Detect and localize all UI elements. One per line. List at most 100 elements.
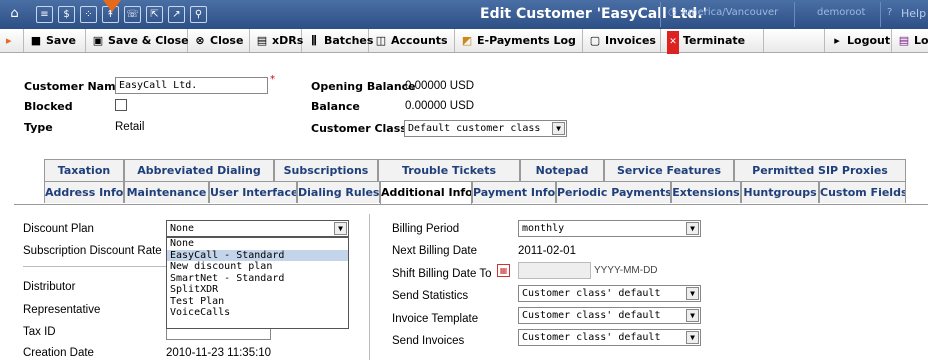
- tab-custom-fields[interactable]: Custom Fields: [819, 181, 906, 203]
- close-label: Close: [210, 34, 244, 47]
- floppy-icon: ■: [30, 34, 42, 47]
- save-button[interactable]: ■ Save: [24, 29, 86, 52]
- invoice-template-select[interactable]: Customer class' default ▼: [518, 307, 701, 324]
- shift-billing-input[interactable]: [518, 262, 591, 279]
- tab-maintenance[interactable]: Maintenance: [124, 181, 209, 203]
- user-label[interactable]: demoroot: [817, 7, 865, 18]
- next-billing-label: Next Billing Date: [392, 245, 478, 257]
- close-button[interactable]: ⊗ Close: [188, 29, 250, 52]
- divider: [23, 266, 166, 267]
- discount-plan-select[interactable]: None ▼: [166, 220, 349, 237]
- tab-service-features[interactable]: Service Features: [604, 159, 734, 181]
- home-icon[interactable]: ⌂: [6, 6, 23, 23]
- xdrs-button[interactable]: ▤ xDRs: [250, 29, 303, 52]
- grid-icon[interactable]: ⁘: [80, 6, 97, 23]
- play-icon[interactable]: ▸: [0, 29, 24, 52]
- dropdown-option[interactable]: Test Plan: [167, 296, 348, 308]
- chevron-down-icon: ▼: [334, 222, 347, 235]
- logout-button[interactable]: ▸ Logout: [824, 29, 892, 52]
- divider: [794, 2, 795, 27]
- tab-payment-info[interactable]: Payment Info: [472, 181, 556, 203]
- blocked-label: Blocked: [24, 100, 73, 113]
- distributor-label: Distributor: [23, 281, 76, 293]
- phone-icon[interactable]: ☏: [124, 6, 141, 23]
- divider: [880, 2, 881, 27]
- type-value: Retail: [115, 121, 145, 133]
- terminate-icon: ✕: [667, 31, 679, 54]
- billing-period-value: monthly: [522, 223, 565, 234]
- customer-name-input[interactable]: EasyCall Ltd.: [115, 77, 268, 94]
- terminate-label: Terminate: [683, 34, 746, 47]
- dropdown-option[interactable]: None: [167, 238, 348, 250]
- blocked-checkbox[interactable]: [115, 99, 127, 111]
- invoices-label: Invoices: [605, 34, 656, 47]
- chevron-down-icon: ▼: [552, 122, 565, 135]
- tab-user-interface[interactable]: User Interface: [209, 181, 297, 203]
- clock-icon: ◷: [668, 7, 677, 18]
- close-icon: ⊗: [195, 34, 205, 47]
- chevron-down-icon: ▼: [686, 309, 699, 322]
- help-icon[interactable]: ?: [887, 7, 892, 18]
- subscription-discount-label: Subscription Discount Rate: [23, 245, 162, 257]
- tab-periodic-payments[interactable]: Periodic Payments: [556, 181, 671, 203]
- help-link[interactable]: Help: [901, 7, 926, 20]
- log-button[interactable]: ▤ Log: [892, 29, 928, 52]
- dropdown-option[interactable]: EasyCall - Standard: [167, 249, 348, 261]
- calendar-icon[interactable]: ▦: [497, 264, 510, 277]
- chart-icon[interactable]: ↗: [168, 6, 185, 23]
- discount-plan-label: Discount Plan: [23, 223, 94, 235]
- dropdown-option[interactable]: New discount plan: [167, 261, 348, 273]
- discount-plan-value: None: [170, 223, 195, 234]
- doc-icon: ▤: [256, 34, 268, 47]
- floppy-icon: ▣: [92, 34, 104, 47]
- billing-period-select[interactable]: monthly ▼: [518, 220, 701, 237]
- opening-balance-value: 0.00000 USD: [405, 80, 475, 92]
- save-close-button[interactable]: ▣ Save & Close: [86, 29, 189, 52]
- search-icon[interactable]: ⚲: [190, 6, 207, 23]
- tab-huntgroups[interactable]: Huntgroups: [741, 181, 819, 203]
- accounts-icon: ◫: [375, 34, 387, 47]
- tab-notepad[interactable]: Notepad: [520, 159, 604, 181]
- customer-class-select[interactable]: Default customer class ▼: [404, 120, 567, 137]
- accounts-button[interactable]: ◫ Accounts: [369, 29, 455, 52]
- tab-trouble-tickets[interactable]: Trouble Tickets: [378, 159, 520, 181]
- batches-icon: ⫼: [311, 34, 317, 47]
- send-invoices-label: Send Invoices: [392, 335, 465, 347]
- timezone-label[interactable]: America/Vancouver: [681, 7, 778, 18]
- customer-class-value: Default customer class: [408, 123, 541, 134]
- tab-extensions[interactable]: Extensions: [671, 181, 741, 203]
- tab-subscriptions[interactable]: Subscriptions: [274, 159, 378, 181]
- dropdown-option[interactable]: SplitXDR: [167, 284, 348, 296]
- tab-abbreviated-dialing[interactable]: Abbreviated Dialing: [124, 159, 274, 181]
- send-invoices-select[interactable]: Customer class' default ▼: [518, 329, 701, 346]
- tab-permitted-sip-proxies[interactable]: Permitted SIP Proxies: [734, 159, 906, 181]
- batches-label: Batches: [324, 34, 374, 47]
- logout-icon: ▸: [834, 34, 840, 47]
- balance-value: 0.00000 USD: [405, 100, 475, 112]
- billing-period-label: Billing Period: [392, 223, 460, 235]
- dollar-icon[interactable]: $: [58, 6, 75, 23]
- dropdown-option[interactable]: VoiceCalls: [167, 307, 348, 319]
- send-statistics-select[interactable]: Customer class' default ▼: [518, 285, 701, 302]
- dropdown-option[interactable]: SmartNet - Standard: [167, 273, 348, 285]
- tab-address-info[interactable]: Address Info: [44, 181, 124, 203]
- chevron-down-icon: ▼: [686, 331, 699, 344]
- invoices-button[interactable]: ▢ Invoices: [583, 29, 661, 52]
- batches-button[interactable]: ⫼ Batches: [302, 29, 373, 52]
- invoice-icon: ▢: [589, 34, 601, 47]
- next-billing-value: 2011-02-01: [518, 245, 576, 257]
- tab-additional-info[interactable]: Additional Info: [380, 181, 472, 204]
- tab-taxation[interactable]: Taxation: [44, 159, 124, 181]
- epayments-button[interactable]: ◩ E-Payments Log: [455, 29, 583, 52]
- export-icon[interactable]: ⇱: [146, 6, 163, 23]
- creation-date-value: 2010-11-23 11:35:10: [166, 347, 272, 359]
- balance-label: Balance: [311, 100, 360, 113]
- terminate-button[interactable]: ✕ Terminate: [661, 29, 764, 54]
- list-icon[interactable]: ≡: [36, 6, 53, 23]
- logout-label: Logout: [847, 34, 891, 47]
- divider: [660, 2, 661, 27]
- tab-panel-border: [14, 204, 928, 205]
- tab-dialing-rules[interactable]: Dialing Rules: [297, 181, 380, 203]
- required-marker: *: [270, 74, 275, 85]
- representative-label: Representative: [23, 304, 101, 316]
